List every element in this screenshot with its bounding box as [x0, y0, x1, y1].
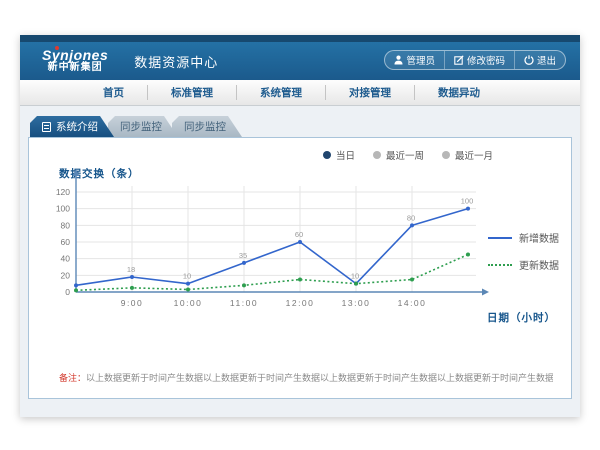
- svg-text:12:00: 12:00: [286, 298, 315, 308]
- svg-text:11:00: 11:00: [230, 298, 258, 308]
- user-button[interactable]: 管理员: [385, 51, 444, 69]
- person-icon: [394, 55, 403, 65]
- logo-text: Synjones: [42, 48, 108, 63]
- header-top-strip: [20, 35, 580, 42]
- filter-label: 当日: [336, 148, 355, 162]
- footnote-label: 备注：: [59, 373, 86, 383]
- nav-item-standards[interactable]: 标准管理: [147, 85, 236, 100]
- svg-text:10: 10: [183, 272, 191, 281]
- page-title: 数据资源中心: [134, 52, 218, 71]
- solid-line-swatch-icon: [488, 237, 512, 239]
- svg-text:0: 0: [65, 287, 70, 297]
- period-filter-group: 当日 最近一周 最近一月: [323, 148, 493, 162]
- tab-sync-monitor-2[interactable]: 同步监控: [172, 116, 242, 137]
- tab-sync-monitor-1[interactable]: 同步监控: [108, 116, 178, 137]
- logo-subtext: 新中新集团: [42, 63, 108, 74]
- content-area: 系统介绍 同步监控 同步监控 当日 最近一周: [20, 106, 580, 399]
- filter-label: 最近一月: [455, 148, 493, 162]
- user-actions: 管理员 修改密码 退出: [384, 50, 566, 70]
- filter-last-month[interactable]: 最近一月: [442, 148, 493, 162]
- document-icon: [42, 122, 51, 132]
- tab-bar: 系统介绍 同步监控 同步监控: [30, 116, 572, 137]
- svg-text:100: 100: [56, 204, 70, 214]
- dotted-line-swatch-icon: [488, 264, 512, 266]
- filter-label: 最近一周: [386, 148, 424, 162]
- filter-today[interactable]: 当日: [323, 148, 355, 162]
- radio-unselected-icon: [373, 151, 381, 159]
- svg-text:35: 35: [239, 251, 247, 260]
- svg-text:13:00: 13:00: [342, 298, 371, 308]
- tab-label: 同步监控: [184, 119, 226, 134]
- svg-text:14:00: 14:00: [398, 298, 427, 308]
- nav-item-system[interactable]: 系统管理: [236, 85, 325, 100]
- svg-text:60: 60: [295, 230, 303, 239]
- tab-label: 同步监控: [120, 119, 162, 134]
- svg-text:120: 120: [56, 187, 70, 197]
- power-icon: [524, 55, 534, 65]
- legend-label: 更新数据: [519, 257, 559, 272]
- change-password-button[interactable]: 修改密码: [444, 51, 514, 69]
- logout-label: 退出: [537, 53, 556, 67]
- nav-item-home[interactable]: 首页: [80, 85, 147, 100]
- svg-text:40: 40: [61, 254, 71, 264]
- svg-text:18: 18: [127, 265, 135, 274]
- change-password-label: 修改密码: [467, 53, 505, 67]
- svg-text:20: 20: [61, 270, 71, 280]
- svg-text:80: 80: [61, 220, 71, 230]
- company-logo: Synjones 新中新集团: [42, 48, 108, 73]
- footnote-text: 以上数据更新于时间产生数据以上数据更新于时间产生数据以上数据更新于时间产生数据以…: [86, 373, 553, 383]
- app-window: Synjones 新中新集团 数据资源中心 管理员 修改密码: [20, 35, 580, 417]
- filter-last-week[interactable]: 最近一周: [373, 148, 424, 162]
- legend-label: 新增数据: [519, 230, 559, 245]
- tab-system-intro[interactable]: 系统介绍: [30, 116, 114, 137]
- svg-text:100: 100: [461, 197, 474, 206]
- nav-item-integration[interactable]: 对接管理: [325, 85, 414, 100]
- user-label: 管理员: [406, 53, 435, 67]
- legend-item-updated-data[interactable]: 更新数据: [488, 257, 559, 272]
- x-axis-title: 日期（小时）: [487, 310, 556, 325]
- svg-text:80: 80: [407, 213, 415, 222]
- tab-label: 系统介绍: [56, 119, 98, 134]
- line-chart: 0 20 40 60 80 100 120 9:00 10:00 11:00 12:00 13:00 1…: [51, 180, 501, 330]
- footnote: 备注：以上数据更新于时间产生数据以上数据更新于时间产生数据以上数据更新于时间产生…: [59, 371, 553, 384]
- radio-unselected-icon: [442, 151, 450, 159]
- svg-text:10:00: 10:00: [174, 298, 203, 308]
- legend-item-new-data[interactable]: 新增数据: [488, 230, 559, 245]
- header: Synjones 新中新集团 数据资源中心 管理员 修改密码: [20, 42, 580, 80]
- svg-text:10: 10: [351, 272, 359, 281]
- chart-panel: 当日 最近一周 最近一月 数据交换（条） 0 20 40 60 80 100 120 9:00…: [28, 137, 572, 399]
- svg-text:9:00: 9:00: [121, 298, 144, 308]
- edit-icon: [454, 55, 464, 65]
- chart-legend: 新增数据 更新数据: [488, 230, 559, 272]
- y-axis-title: 数据交换（条）: [59, 166, 140, 181]
- radio-selected-icon: [323, 151, 331, 159]
- nav-item-data-changes[interactable]: 数据异动: [414, 85, 503, 100]
- main-nav: 首页 标准管理 系统管理 对接管理 数据异动: [20, 80, 580, 106]
- svg-text:60: 60: [61, 237, 71, 247]
- logout-button[interactable]: 退出: [514, 51, 565, 69]
